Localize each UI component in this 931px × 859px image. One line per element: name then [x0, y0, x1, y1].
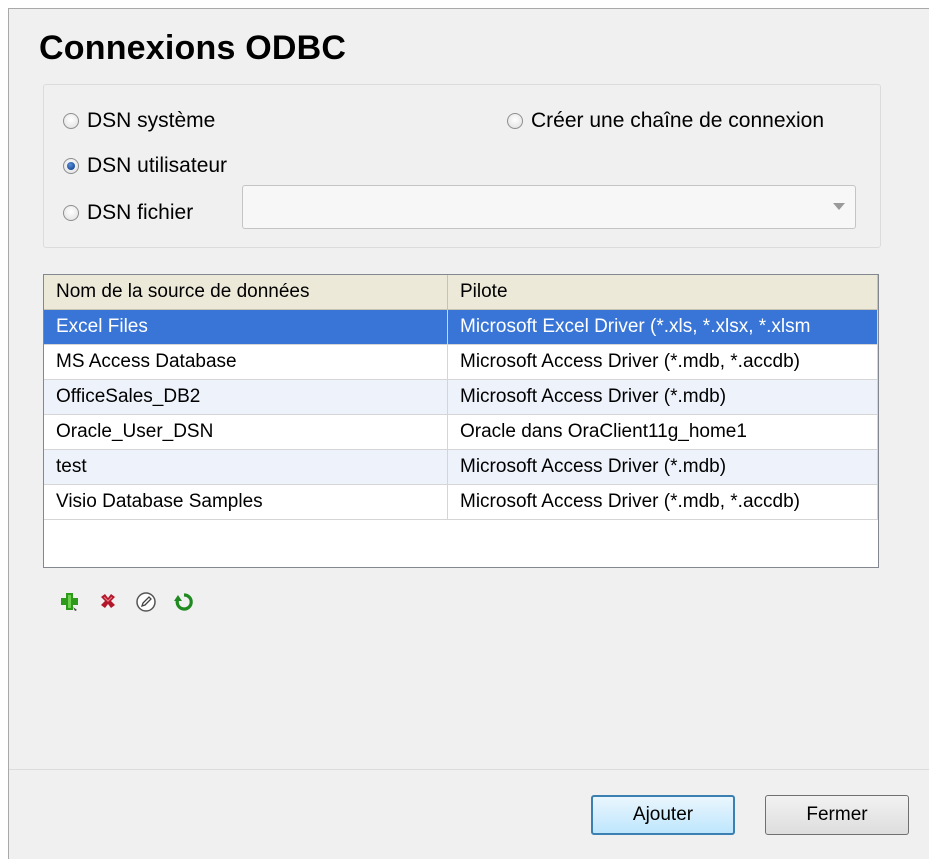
delete-icon[interactable]	[97, 591, 119, 613]
radio-indicator[interactable]	[507, 113, 523, 129]
cell-name: Excel Files	[44, 309, 448, 345]
cell-name: Visio Database Samples	[44, 484, 448, 520]
cell-driver: Microsoft Access Driver (*.mdb, *.accdb)	[447, 344, 878, 380]
odbc-dialog: Connexions ODBC DSN système DSN utilisat…	[8, 8, 929, 859]
radio-dsn-file[interactable]: DSN fichier	[63, 201, 193, 225]
dsn-file-combo[interactable]	[242, 185, 856, 229]
radio-indicator[interactable]	[63, 113, 79, 129]
cell-driver: Microsoft Access Driver (*.mdb)	[447, 379, 878, 415]
table-header-row: Nom de la source de données Pilote	[44, 275, 878, 310]
close-button[interactable]: Fermer	[765, 795, 909, 835]
radio-connection-string-label: Créer une chaîne de connexion	[531, 109, 825, 132]
radio-indicator[interactable]	[63, 205, 79, 221]
datasource-table: Nom de la source de données Pilote Excel…	[43, 274, 879, 568]
add-button[interactable]: Ajouter	[591, 795, 735, 835]
cell-name: OfficeSales_DB2	[44, 379, 448, 415]
table-row[interactable]: MS Access Database Microsoft Access Driv…	[44, 344, 878, 380]
radio-dsn-system-label: DSN système	[87, 109, 216, 132]
chevron-down-icon[interactable]	[833, 203, 845, 210]
radio-connection-string[interactable]: Créer une chaîne de connexion	[507, 109, 824, 133]
radio-dsn-user-label: DSN utilisateur	[87, 154, 228, 177]
radio-dsn-user[interactable]: DSN utilisateur	[63, 154, 227, 178]
column-header-name[interactable]: Nom de la source de données	[44, 275, 448, 310]
table-row[interactable]: test Microsoft Access Driver (*.mdb)	[44, 449, 878, 485]
cell-name: test	[44, 449, 448, 485]
radio-indicator-selected[interactable]	[63, 158, 79, 174]
cell-driver: Oracle dans OraClient11g_home1	[447, 414, 878, 450]
add-icon[interactable]	[59, 591, 81, 613]
dialog-title: Connexions ODBC	[39, 29, 347, 67]
table-row[interactable]: Oracle_User_DSN Oracle dans OraClient11g…	[44, 414, 878, 450]
datasource-toolbar	[59, 591, 195, 613]
cell-driver: Microsoft Access Driver (*.mdb)	[447, 449, 878, 485]
cell-name: MS Access Database	[44, 344, 448, 380]
cell-name: Oracle_User_DSN	[44, 414, 448, 450]
table-row[interactable]: Excel Files Microsoft Excel Driver (*.xl…	[44, 309, 878, 345]
table-row[interactable]: Visio Database Samples Microsoft Access …	[44, 484, 878, 520]
radio-dsn-system[interactable]: DSN système	[63, 109, 215, 133]
radio-dsn-file-label: DSN fichier	[87, 201, 194, 224]
edit-icon[interactable]	[135, 591, 157, 613]
refresh-icon[interactable]	[173, 591, 195, 613]
table-row[interactable]: OfficeSales_DB2 Microsoft Access Driver …	[44, 379, 878, 415]
cell-driver: Microsoft Excel Driver (*.xls, *.xlsx, *…	[447, 309, 878, 345]
footer-divider	[9, 769, 929, 770]
column-header-driver[interactable]: Pilote	[447, 275, 878, 310]
cell-driver: Microsoft Access Driver (*.mdb, *.accdb)	[447, 484, 878, 520]
